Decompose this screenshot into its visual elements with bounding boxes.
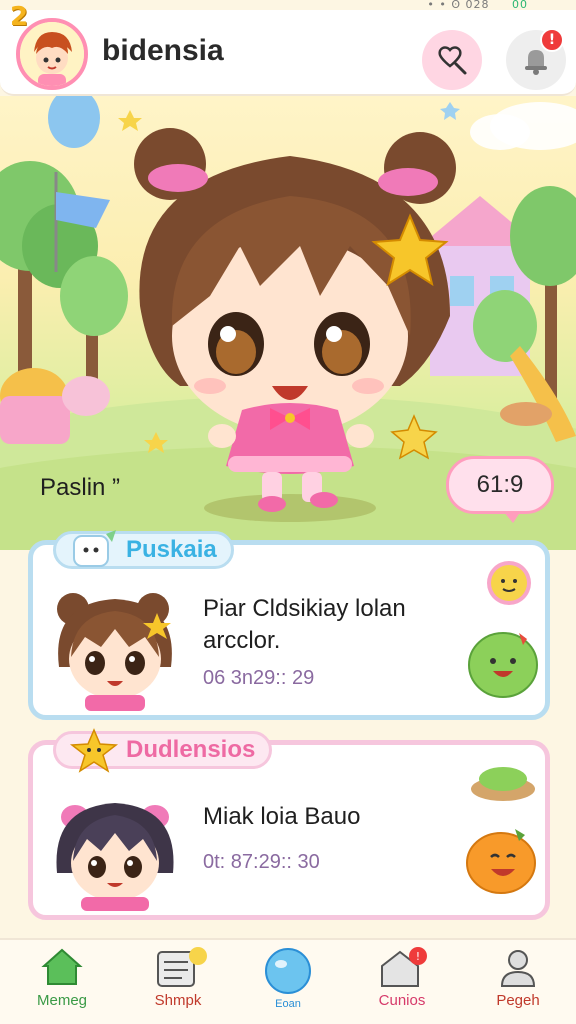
character-name: Paslin ”	[40, 474, 121, 501]
level-badge: 2	[10, 2, 29, 32]
nav-item-contacts[interactable]: ! Cunios	[352, 946, 452, 1009]
card-tag: Puskaia	[53, 530, 234, 569]
user-profile-icon	[500, 950, 536, 987]
nav-item-center[interactable]: Eoan	[238, 946, 338, 1010]
card-tag: Dudlensios	[53, 728, 273, 773]
star-face-icon	[66, 726, 122, 785]
search-button[interactable]	[422, 30, 482, 90]
app-title: bidensia	[102, 34, 224, 67]
card-title: Miak loia Bauo	[203, 803, 361, 830]
stat-bubble[interactable]: 61:9	[446, 456, 554, 523]
search-heart-icon	[438, 46, 467, 75]
green-blob-emoji-icon	[468, 632, 538, 698]
card-timestamp: 06 3n29:: 29	[203, 667, 315, 689]
character-portrait-dark-hair	[56, 803, 174, 911]
ghost-flag-icon	[66, 526, 120, 583]
activity-card[interactable]: Dudlensios Miak loia Bauo 0t: 87:29:: 30	[28, 728, 550, 920]
orange-fruit-emoji-icon	[466, 829, 536, 894]
nav-label: Cunios	[378, 992, 426, 1009]
nav-item-profile[interactable]: Pegeh	[468, 946, 568, 1009]
card-timestamp: 0t: 87:29:: 30	[203, 851, 320, 873]
nav-item-home[interactable]: Memeg	[12, 946, 112, 1009]
house-notification-icon: !	[381, 947, 427, 987]
svg-text:!: !	[416, 950, 420, 963]
character-portrait-brown-hair	[57, 593, 172, 711]
nav-item-shop[interactable]: Shmpk	[128, 946, 228, 1009]
nav-label: Shmpk	[154, 992, 202, 1009]
card-title: Piar Cldsikiay lolan arcclor.	[203, 595, 406, 654]
app-header: 2 bidensia !	[0, 2, 576, 96]
home-icon	[41, 948, 83, 985]
sun-flower-icon	[487, 561, 531, 605]
card-tag-label: Dudlensios	[126, 736, 256, 763]
nav-label: Pegeh	[496, 992, 540, 1009]
leaf-plate-icon	[471, 767, 535, 801]
bottom-navigation: Memeg Shmpk Eoan ! Cunios Pegeh	[0, 938, 576, 1024]
activity-card[interactable]: Puskaia Piar Cldsikiay lolan arcclor. 06…	[28, 530, 550, 720]
nav-label: Eoan	[275, 998, 301, 1010]
nav-label: Memeg	[36, 992, 88, 1009]
avatar-face-icon	[20, 22, 84, 86]
list-document-icon	[157, 947, 207, 987]
notification-badge: !	[540, 28, 564, 52]
notifications-button[interactable]: !	[506, 28, 566, 90]
card-tag-label: Puskaia	[126, 536, 217, 563]
globe-icon	[265, 948, 311, 994]
